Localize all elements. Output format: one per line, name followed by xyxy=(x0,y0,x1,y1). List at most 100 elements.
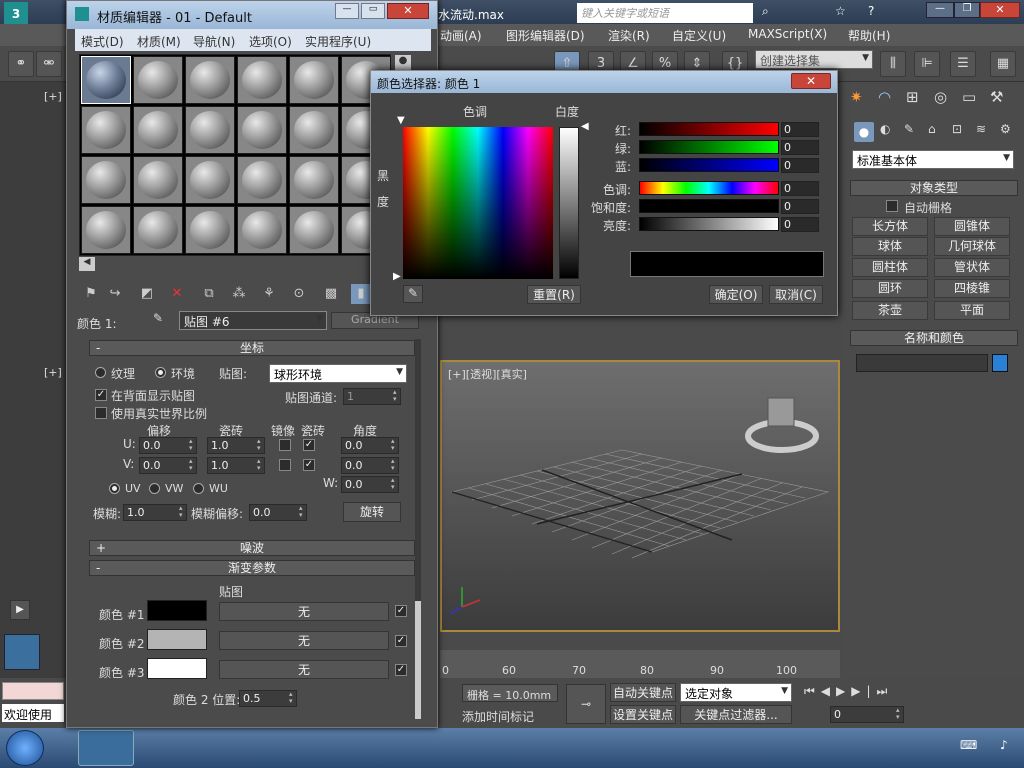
material-sample-slot[interactable] xyxy=(133,156,183,204)
search-input[interactable]: 键入关键字或短语 xyxy=(577,3,753,23)
whiteness-pointer-icon[interactable]: ◀ xyxy=(581,121,589,132)
mat-maximize-button[interactable]: ▭ xyxy=(361,3,385,19)
help-icon[interactable]: ? xyxy=(868,4,874,18)
sphere-button[interactable]: 球体 xyxy=(852,237,928,256)
green-slider[interactable] xyxy=(639,140,779,154)
saturation-value[interactable]: 0 xyxy=(781,199,819,214)
key-icon[interactable]: ⊸ xyxy=(566,684,606,724)
material-sample-slot[interactable] xyxy=(289,156,339,204)
viewport-label-top[interactable]: [+] xyxy=(44,90,62,103)
color3-map-checkbox[interactable]: ✓ xyxy=(395,664,407,676)
red-value[interactable]: 0 xyxy=(781,122,819,137)
u-mirror-checkbox[interactable] xyxy=(279,439,291,451)
close-button[interactable]: ✕ xyxy=(980,2,1020,18)
v-tile-checkbox[interactable]: ✓ xyxy=(303,459,315,471)
material-sample-slot[interactable] xyxy=(81,206,131,254)
selected-object-dropdown[interactable]: 选定对象 xyxy=(680,683,792,702)
material-sample-slot[interactable] xyxy=(185,56,235,104)
color2-position-spinner[interactable]: 0.5 xyxy=(239,690,297,707)
link-icon[interactable]: ⚭ xyxy=(8,51,34,77)
helpers-icon[interactable]: ⊡ xyxy=(952,122,962,136)
color2-map-button[interactable]: 无 xyxy=(219,631,389,650)
u-tiling-spinner[interactable]: 1.0 xyxy=(207,437,265,454)
whiteness-bar[interactable] xyxy=(559,127,579,279)
assign-to-selection-icon[interactable]: ◩ xyxy=(137,284,157,304)
brightness-value[interactable]: 0 xyxy=(781,217,819,232)
wu-radio[interactable] xyxy=(193,483,204,494)
teapot-button[interactable]: 茶壶 xyxy=(852,301,928,320)
cone-button[interactable]: 圆锥体 xyxy=(934,217,1010,236)
reset-button[interactable]: 重置(R) xyxy=(527,285,581,304)
color2-swatch[interactable] xyxy=(147,629,207,650)
u-offset-spinner[interactable]: 0.0 xyxy=(139,437,197,454)
mat-close-button[interactable]: ✕ xyxy=(387,3,429,19)
noise-rollout-header[interactable]: + 噪波 xyxy=(89,540,415,556)
menu-help[interactable]: 帮助(H) xyxy=(848,27,890,44)
material-editor-titlebar[interactable]: 材质编辑器 - 01 - Default — ▭ ✕ xyxy=(67,1,437,29)
rotate-button[interactable]: 旋转 xyxy=(343,502,401,522)
set-key-button[interactable]: 设置关键点 xyxy=(610,705,676,724)
menu-animation[interactable]: 动画(A) xyxy=(440,27,482,44)
w-angle-spinner[interactable]: 0.0 xyxy=(341,476,399,493)
mirror-icon[interactable]: ⫼ xyxy=(880,51,906,77)
color1-map-button[interactable]: 无 xyxy=(219,602,389,621)
material-sample-slot[interactable] xyxy=(237,156,287,204)
mat-menu-material[interactable]: 材质(M) xyxy=(137,33,181,50)
minimize-button[interactable]: — xyxy=(926,2,954,18)
viewport-top-left[interactable]: [+] [+] ▶ xyxy=(0,82,70,710)
play-icon[interactable]: ▶ xyxy=(10,600,30,620)
torus-button[interactable]: 圆环 xyxy=(852,279,928,298)
mat-menu-utilities[interactable]: 实用程序(U) xyxy=(305,33,371,50)
show-map-on-back-checkbox[interactable]: ✓ xyxy=(95,389,107,401)
blue-slider[interactable] xyxy=(639,158,779,172)
put-to-library-icon[interactable]: ⚘ xyxy=(259,284,279,304)
gradient-rollout-header[interactable]: - 渐变参数 xyxy=(89,560,415,576)
box-button[interactable]: 长方体 xyxy=(852,217,928,236)
hierarchy-tab-icon[interactable]: ⊞ xyxy=(906,88,919,106)
named-selection-dropdown[interactable]: 创建选择集 xyxy=(755,50,873,69)
v-tiling-spinner[interactable]: 1.0 xyxy=(207,457,265,474)
maximize-button[interactable]: ❐ xyxy=(954,2,980,18)
color3-map-button[interactable]: 无 xyxy=(219,660,389,679)
menu-rendering[interactable]: 渲染(R) xyxy=(608,27,650,44)
make-unique-icon[interactable]: ⁂ xyxy=(229,284,249,304)
material-sample-slot[interactable] xyxy=(289,56,339,104)
rollout-scrollbar-thumb[interactable] xyxy=(415,601,421,719)
create-tab-icon[interactable]: ✷ xyxy=(850,88,863,106)
blackness-pointer-icon[interactable]: ▶ xyxy=(393,271,401,282)
align-icon[interactable]: ⊫ xyxy=(914,51,940,77)
motion-tab-icon[interactable]: ◎ xyxy=(934,88,947,106)
map-channel-spinner[interactable]: 1 xyxy=(343,388,401,405)
binoculars-icon[interactable]: ⌕ xyxy=(762,4,769,19)
menu-graph-editors[interactable]: 图形编辑器(D) xyxy=(506,27,585,44)
material-sample-slot[interactable] xyxy=(237,106,287,154)
color-picker-titlebar[interactable]: 颜色选择器: 颜色 1 xyxy=(371,71,837,93)
material-sample-slot[interactable] xyxy=(237,56,287,104)
menu-customize[interactable]: 自定义(U) xyxy=(672,27,726,44)
material-sample-slot[interactable] xyxy=(237,206,287,254)
add-time-tag[interactable]: 添加时间标记 xyxy=(462,708,534,725)
modify-tab-icon[interactable]: ◠ xyxy=(878,88,891,106)
object-category-dropdown[interactable]: 标准基本体 xyxy=(852,150,1014,169)
color2-map-checkbox[interactable]: ✓ xyxy=(395,635,407,647)
viewport-perspective[interactable]: [+][透视][真实] xyxy=(440,360,840,632)
material-sample-slot[interactable] xyxy=(133,106,183,154)
coords-rollout-header[interactable]: - 坐标 xyxy=(89,340,415,356)
real-world-scale-checkbox[interactable] xyxy=(95,407,107,419)
viewport-label-left[interactable]: [+] xyxy=(44,366,62,379)
sample-type-icon[interactable]: ● xyxy=(395,55,411,71)
display-tab-icon[interactable]: ▭ xyxy=(962,88,976,106)
plane-button[interactable]: 平面 xyxy=(934,301,1010,320)
sample-scroll-arrow-icon[interactable]: ◀ xyxy=(79,257,95,271)
object-color-swatch[interactable] xyxy=(992,354,1008,372)
get-material-icon[interactable]: ⚑ xyxy=(81,284,101,304)
material-sample-slot[interactable] xyxy=(133,56,183,104)
blur-offset-spinner[interactable]: 0.0 xyxy=(249,504,307,521)
material-sample-slot[interactable] xyxy=(81,106,131,154)
mat-menu-navigation[interactable]: 导航(N) xyxy=(193,33,235,50)
systems-icon[interactable]: ⚙ xyxy=(1000,122,1011,136)
material-sample-slot[interactable] xyxy=(185,156,235,204)
green-value[interactable]: 0 xyxy=(781,140,819,155)
material-id-icon[interactable]: ⊙ xyxy=(289,284,309,304)
object-name-field[interactable] xyxy=(856,354,988,372)
